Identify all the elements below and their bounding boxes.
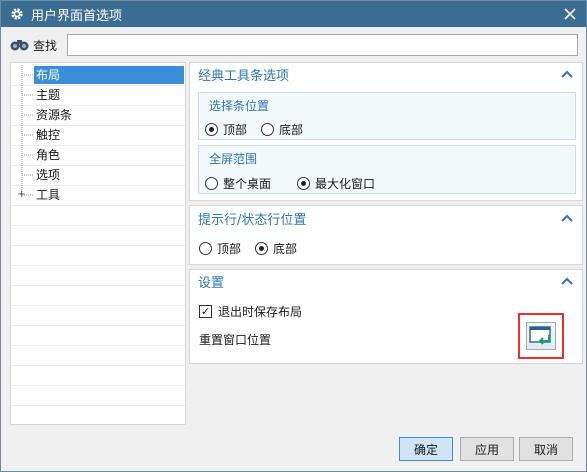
collapse-classic-toolbar-button[interactable] xyxy=(560,69,574,83)
tree-gridline xyxy=(11,405,185,406)
prompt-status-header: 提示行/状态行位置 xyxy=(198,213,307,228)
tree-gridline xyxy=(11,325,185,326)
tree-item-label: 角色 xyxy=(36,148,61,162)
binoculars-icon xyxy=(9,36,31,54)
radio-label: 底部 xyxy=(273,241,298,256)
gear-icon xyxy=(7,7,27,21)
fullscreen-desktop-radio[interactable]: 整个桌面 xyxy=(205,174,271,192)
search-row: 查找 xyxy=(9,34,578,56)
ok-button[interactable]: 确定 xyxy=(399,437,453,461)
radio-circle xyxy=(261,122,274,136)
prompt-top-radio[interactable]: 顶部 xyxy=(199,239,241,257)
selection-position-title: 选择条位置 xyxy=(209,99,270,113)
chevron-up-icon xyxy=(561,70,573,78)
tree-connector xyxy=(21,125,33,145)
tree-item-label: 资源条 xyxy=(36,108,73,122)
close-icon xyxy=(564,8,576,20)
prompt-bottom-radio[interactable]: 底部 xyxy=(255,239,297,257)
settings-header: 设置 xyxy=(198,276,225,291)
tree-gridline xyxy=(11,305,185,306)
fullscreen-range-title: 全屏范围 xyxy=(209,152,258,166)
tree-item[interactable]: 主题 xyxy=(11,85,185,105)
settings-panel: 设置 ✓ 退出时保存布局 重置窗口位置 xyxy=(189,269,583,364)
tree-connector xyxy=(21,145,33,165)
fullscreen-maximized-radio[interactable]: 最大化窗口 xyxy=(297,174,375,192)
tree-item-label: 触控 xyxy=(36,128,61,142)
tree-connector xyxy=(21,165,33,185)
save-layout-checkbox[interactable]: ✓ 退出时保存布局 xyxy=(199,302,302,320)
cancel-button[interactable]: 取消 xyxy=(519,437,573,461)
radio-label: 整个桌面 xyxy=(223,176,272,191)
checkmark-icon: ✓ xyxy=(199,304,212,318)
radio-circle xyxy=(255,241,268,255)
tree-item-label: 布局 xyxy=(34,66,184,84)
window-title: 用户界面首选项 xyxy=(31,8,123,24)
tree-item[interactable]: 角色 xyxy=(11,145,185,165)
tree-gridline xyxy=(11,225,185,226)
tree-item[interactable]: 资源条 xyxy=(11,105,185,125)
close-button[interactable] xyxy=(560,4,580,24)
selection-position-group: 选择条位置 顶部 底部 xyxy=(198,92,576,140)
radio-circle xyxy=(205,176,218,190)
save-layout-label: 退出时保存布局 xyxy=(218,304,303,319)
prompt-status-panel: 提示行/状态行位置 顶部 底部 xyxy=(189,205,583,265)
tree-gridline xyxy=(11,365,185,366)
tree-gridline xyxy=(11,285,185,286)
search-label: 查找 xyxy=(33,38,58,53)
tree-connector xyxy=(21,105,33,125)
tree-item-label: 工具 xyxy=(36,188,61,202)
tree-gridline xyxy=(11,265,185,266)
reset-window-position-button[interactable] xyxy=(518,313,564,359)
tree-connector xyxy=(21,65,33,85)
radio-circle xyxy=(199,241,212,255)
title-bar: 用户界面首选项 xyxy=(1,1,586,27)
reset-window-label: 重置窗口位置 xyxy=(199,333,272,347)
category-tree[interactable]: 布局主题资源条触控角色选项 + 工具 xyxy=(10,62,186,425)
collapse-prompt-status-button[interactable] xyxy=(560,213,574,227)
tree-item[interactable]: + 工具 xyxy=(11,185,185,205)
tree-item[interactable]: 选项 xyxy=(11,165,185,185)
tree-gridline xyxy=(11,245,185,246)
classic-toolbar-panel: 经典工具条选项 选择条位置 顶部 底部 全屏范围 整个桌面 最大化窗口 xyxy=(189,62,583,201)
tree-connector xyxy=(21,85,33,105)
classic-toolbar-header: 经典工具条选项 xyxy=(198,69,290,84)
selection-top-radio[interactable]: 顶部 xyxy=(205,120,247,138)
chevron-up-icon xyxy=(561,277,573,285)
radio-circle xyxy=(297,176,310,190)
fullscreen-range-group: 全屏范围 整个桌面 最大化窗口 xyxy=(198,145,576,194)
reset-window-icon xyxy=(526,322,556,350)
radio-label: 最大化窗口 xyxy=(315,176,376,191)
radio-label: 顶部 xyxy=(217,241,242,256)
tree-item-label: 选项 xyxy=(36,168,61,182)
expand-icon[interactable]: + xyxy=(17,190,26,200)
radio-label: 底部 xyxy=(279,122,304,137)
chevron-up-icon xyxy=(561,214,573,222)
radio-circle xyxy=(205,122,218,136)
search-input[interactable] xyxy=(67,34,578,56)
collapse-settings-button[interactable] xyxy=(560,276,574,290)
selection-bottom-radio[interactable]: 底部 xyxy=(261,120,303,138)
tree-gridline xyxy=(11,205,185,206)
tree-gridline xyxy=(11,385,185,386)
tree-item-label: 主题 xyxy=(36,88,61,102)
tree-item[interactable]: 布局 xyxy=(11,65,185,85)
radio-label: 顶部 xyxy=(223,122,248,137)
apply-button[interactable]: 应用 xyxy=(460,437,514,461)
tree-item[interactable]: 触控 xyxy=(11,125,185,145)
preferences-dialog: 用户界面首选项 查找 布局主题资源条触控角色选项 + 工具 经典工具条选项 选择条位… xyxy=(0,0,587,472)
tree-gridline xyxy=(11,345,185,346)
